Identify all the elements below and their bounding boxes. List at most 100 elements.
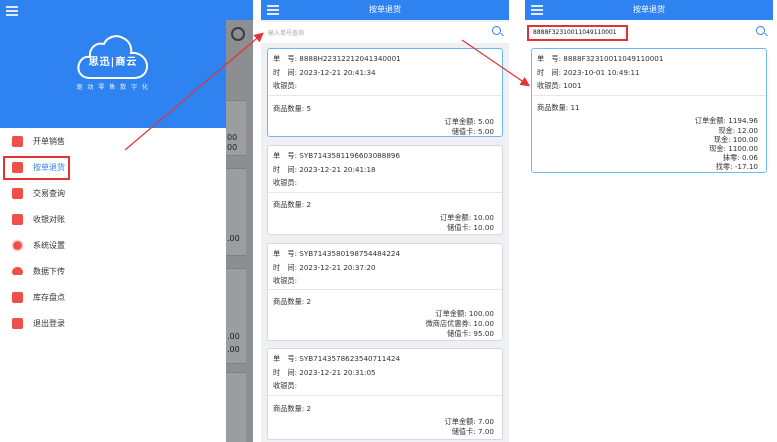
divider	[268, 289, 502, 290]
item-count-value: 2	[306, 297, 312, 306]
time-row: 时 间: 2023-12-21 20:31:05	[273, 368, 376, 378]
inventory-icon	[12, 291, 23, 303]
search-icon[interactable]	[756, 26, 768, 37]
payment-value: 100.00	[732, 135, 758, 144]
item-count-value: 2	[306, 200, 312, 209]
search-icon	[231, 27, 245, 41]
payment-value: 1100.00	[728, 144, 758, 153]
time-row: 时 间: 2023-12-21 20:41:34	[273, 68, 376, 78]
payment-value: 10.00	[473, 213, 494, 222]
search-input[interactable]: 输入单号查询	[268, 28, 304, 37]
time-value: 2023-12-21 20:41:18	[299, 165, 376, 174]
time-value: 2023-10-01 10:49:11	[563, 68, 640, 77]
time-label: 时 间:	[273, 368, 300, 377]
menu-item-cash-reconcile[interactable]: 收银对账	[0, 206, 226, 232]
search-icon[interactable]	[492, 26, 504, 37]
item-count-value: 5	[306, 104, 312, 113]
item-count-row: 商品数量: 5	[273, 104, 311, 114]
cashier-label: 收银员:	[273, 381, 297, 390]
menu-item-label: 数据下传	[33, 266, 65, 276]
item-count-label: 商品数量:	[537, 103, 571, 112]
payment-value: 95.00	[473, 329, 494, 338]
payment-label: 订单金额:	[694, 116, 729, 125]
payment-row: 储值卡: 95.00	[447, 329, 494, 339]
order-no-value: SYB7143580198754484224	[299, 249, 401, 258]
item-count-row: 商品数量: 2	[273, 200, 311, 210]
divider	[268, 95, 502, 96]
payment-value: 100.00	[468, 309, 494, 318]
time-label: 时 间:	[273, 165, 300, 174]
payment-value: 1194.96	[728, 116, 758, 125]
menu-item-label: 开单销售	[33, 136, 65, 146]
cashier-value: 1001	[563, 81, 582, 90]
item-count-label: 商品数量:	[273, 297, 307, 306]
order-no-row: 单 号: SYB7143581196603088896	[273, 151, 400, 161]
order-no-row: 单 号: 8888H22312212041340001	[273, 54, 401, 64]
underlying-amount: .00	[227, 345, 240, 354]
payment-label: 订单金额:	[439, 213, 474, 222]
cloud-download-icon	[12, 267, 23, 275]
hamburger-menu-icon[interactable]	[6, 6, 18, 16]
payment-label: 找零:	[715, 162, 735, 171]
payment-row: 订单金额: 100.00	[435, 309, 494, 319]
order-no-row: 单 号: 8888F32310011049110001	[537, 54, 663, 64]
order-card[interactable]: 单 号: 8888F32310011049110001 时 间: 2023-10…	[531, 48, 767, 173]
menu-item-data-download[interactable]: 数据下传	[0, 258, 226, 284]
cashier-row: 收银员:	[273, 178, 297, 188]
payment-value: 5.00	[477, 117, 494, 126]
payment-value: 0.06	[741, 153, 758, 162]
payment-value: 12.00	[737, 126, 758, 135]
menu-item-transaction-query[interactable]: 交易查询	[0, 180, 226, 206]
divider	[532, 95, 766, 96]
payment-value: 10.00	[473, 223, 494, 232]
underlying-amount: .00	[227, 332, 240, 341]
payment-row: 微商店优惠券: 10.00	[426, 319, 494, 329]
menu-item-logout[interactable]: 退出登录	[0, 310, 226, 336]
payment-row: 订单金额: 5.00	[445, 117, 494, 127]
return-by-order-list-screen: 按单退货 输入单号查询 单 号: 8888H22312212041340001 …	[261, 0, 509, 442]
payment-value: 7.00	[477, 427, 494, 436]
time-row: 时 间: 2023-12-21 20:41:18	[273, 165, 376, 175]
cashier-label: 收银员:	[273, 276, 297, 285]
menu-item-system-settings[interactable]: 系统设置	[0, 232, 226, 258]
order-card[interactable]: 单 号: SYB7143578623540711424 时 间: 2023-12…	[267, 348, 503, 440]
time-value: 2023-12-21 20:31:05	[299, 368, 376, 377]
page-title: 按单退货	[369, 5, 401, 14]
time-value: 2023-12-21 20:41:34	[299, 68, 376, 77]
underlying-titlebar	[226, 0, 253, 20]
payment-row: 储值卡: 5.00	[452, 127, 494, 137]
payment-label: 订单金额:	[444, 417, 478, 426]
order-no-value: 8888H22312212041340001	[299, 54, 401, 63]
order-card[interactable]: 单 号: 8888H22312212041340001 时 间: 2023-12…	[267, 48, 503, 137]
menu-item-label: 交易查询	[33, 188, 65, 198]
return-by-order-result-screen: 按单退货 8888F32310011049110001 单 号: 8888F32…	[525, 0, 773, 442]
menu-item-label: 库存盘点	[33, 292, 65, 302]
item-count-row: 商品数量: 2	[273, 297, 311, 307]
item-count-value: 2	[306, 404, 312, 413]
search-bar[interactable]: 输入单号查询	[261, 22, 509, 43]
item-count-label: 商品数量:	[273, 104, 307, 113]
order-no-row: 单 号: SYB7143580198754484224	[273, 249, 400, 259]
payment-label: 储值卡:	[451, 427, 478, 436]
cashier-label: 收银员:	[273, 178, 297, 187]
order-card[interactable]: 单 号: SYB7143580198754484224 时 间: 2023-12…	[267, 243, 503, 341]
transaction-query-icon	[12, 187, 23, 199]
payment-label: 订单金额:	[435, 309, 469, 318]
item-count-value: 11	[570, 103, 580, 112]
payment-value: 10.00	[473, 319, 494, 328]
order-no-value: 8888F32310011049110001	[563, 54, 664, 63]
payment-label: 现金:	[709, 144, 729, 153]
payment-row: 找零: -17.10	[716, 162, 758, 172]
screenshot-composite: 00 00 .00 .00 .00 思迅|商云 驱 动 零 售 数 字 化 开单…	[0, 0, 777, 442]
payment-label: 现金:	[713, 135, 733, 144]
order-no-label: 单 号:	[273, 151, 300, 160]
menu-item-open-sale[interactable]: 开单销售	[0, 128, 226, 154]
payment-row: 订单金额: 10.00	[440, 213, 494, 223]
payment-value: 7.00	[477, 417, 494, 426]
logout-icon	[12, 317, 23, 329]
order-card[interactable]: 单 号: SYB7143581196603088896 时 间: 2023-12…	[267, 145, 503, 235]
payment-label: 抹零:	[722, 153, 742, 162]
menu-item-inventory-count[interactable]: 库存盘点	[0, 284, 226, 310]
dimmed-underlying-screen[interactable]: 00 00 .00 .00 .00	[226, 20, 253, 442]
underlying-amount: .00	[227, 234, 240, 243]
